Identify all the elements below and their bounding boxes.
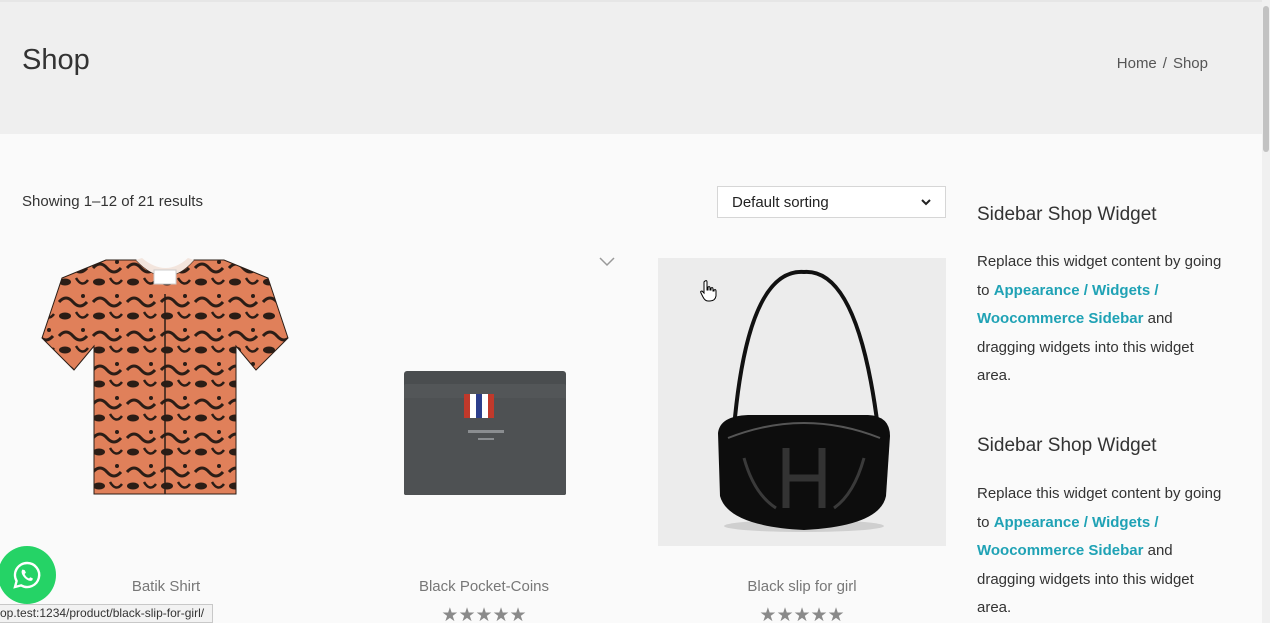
breadcrumb-current: Shop: [1172, 55, 1208, 72]
widget-text: Replace this widget content by going to …: [977, 248, 1227, 391]
whatsapp-chat-button[interactable]: [0, 546, 56, 604]
widgets-settings-link[interactable]: Appearance / Widgets / Woocommerce Sideb…: [977, 282, 1159, 328]
sorting-select-value: Default sorting: [732, 193, 829, 211]
product-name[interactable]: Black Pocket-Coins: [340, 578, 628, 595]
black-card-holder-image[interactable]: [340, 258, 628, 546]
widget-title: Sidebar Shop Widget: [977, 204, 1157, 225]
product-name[interactable]: Batik Shirt: [22, 578, 310, 595]
result-count: Showing 1–12 of 21 results: [22, 193, 203, 210]
breadcrumb-separator: /: [1162, 55, 1167, 72]
star-rating: ★★★★★: [759, 605, 845, 623]
product-card[interactable]: Black Pocket-Coins ★★★★★: [340, 258, 628, 623]
breadcrumb: Home / Shop: [1117, 55, 1208, 72]
whatsapp-icon: [13, 561, 41, 589]
star-rating: ★★★★★: [441, 605, 527, 623]
status-bar-url: op.test:1234/product/black-slip-for-girl…: [0, 604, 214, 623]
batik-shirt-image[interactable]: [22, 258, 310, 546]
product-name[interactable]: Black slip for girl: [658, 578, 946, 595]
scrollbar[interactable]: [1262, 0, 1270, 623]
hand-cursor-icon: [700, 280, 717, 302]
page-title: Shop: [22, 44, 90, 76]
sorting-select[interactable]: Default sorting: [717, 186, 946, 218]
product-card[interactable]: Batik Shirt: [22, 258, 310, 595]
breadcrumb-home-link[interactable]: Home: [1117, 55, 1157, 72]
widget-text: Replace this widget content by going to …: [977, 480, 1227, 623]
scrollbar-thumb[interactable]: [1263, 6, 1269, 152]
page-header: Shop Home / Shop: [0, 0, 1262, 134]
widget-title: Sidebar Shop Widget: [977, 435, 1157, 456]
widgets-settings-link[interactable]: Appearance / Widgets / Woocommerce Sideb…: [977, 514, 1159, 560]
chevron-down-icon: [921, 198, 931, 205]
